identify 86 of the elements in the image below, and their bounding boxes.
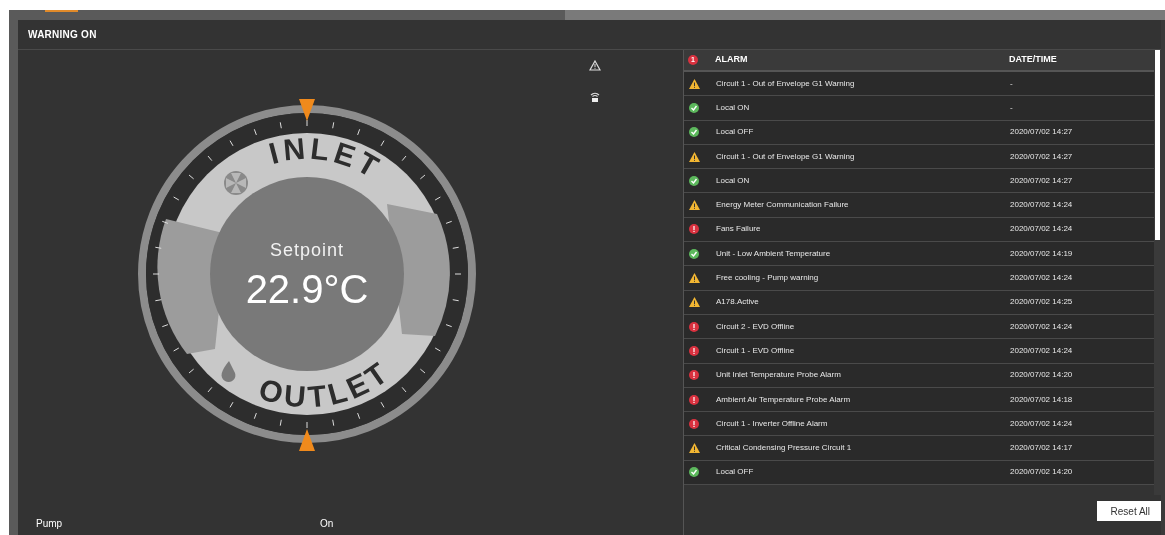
alarm-time: 2020/07/02 14:24 [1010,417,1073,430]
error-circle-icon [689,224,699,235]
alarm-time: 2020/07/02 14:24 [1010,320,1073,333]
reset-all-button[interactable]: Reset All [1096,501,1164,521]
error-circle-icon [689,345,699,356]
error-circle-icon [689,394,699,405]
alarm-row[interactable]: Circuit 1 - Inverter Offline Alarm 2020/07/02 14:24 [684,412,1154,437]
alarm-name: Unit - Low Ambient Temperature [716,247,832,260]
alarm-name: Local OFF [716,126,755,139]
alarm-row[interactable]: Circuit 2 - EVD Offline 2020/07/02 14:24 [684,314,1154,340]
alarm-row[interactable]: Local ON 2020/07/02 14:27 [684,169,1154,194]
bottom-marker-icon [299,429,315,451]
check-circle-icon [689,467,699,478]
check-circle-icon [689,102,699,113]
alarm-name: Critical Condensing Pressure Circuit 1 [716,442,853,455]
warning-icon [688,297,700,308]
alarm-name: Energy Meter Communication Failure [716,199,850,212]
alarm-row[interactable]: Circuit 1 - EVD Offline 2020/07/02 14:24 [684,339,1154,364]
alarm-name: Circuit 1 - EVD Offline [716,344,796,357]
alarm-time: 2020/07/02 14:27 [1010,150,1073,163]
warning-icon [688,78,700,89]
panel-title: WARNING ON [28,28,97,42]
alarm-time: 2020/07/02 14:20 [1010,466,1073,479]
alarm-time: 2020/07/02 14:19 [1010,247,1073,260]
water-drop-icon [221,361,236,382]
warning-icon [589,60,601,71]
warning-icon [688,443,700,454]
alarm-row[interactable]: Unit - Low Ambient Temperature 2020/07/02 14:19 [684,242,1154,267]
check-circle-icon [689,127,699,138]
alarm-row[interactable]: A178.Active 2020/07/02 14:25 [684,290,1154,315]
warning-icon [688,200,700,211]
alarm-time: 2020/07/02 14:24 [1010,199,1073,212]
alarm-row[interactable]: Free cooling - Pump warning 2020/07/02 14:24 [684,266,1154,291]
alarm-name: Local ON [716,174,751,187]
alarm-row[interactable]: Fans Failure 2020/07/02 14:24 [684,217,1154,243]
alarm-row[interactable]: Ambient Air Temperature Probe Alarm 2020/07/02 14:18 [684,387,1154,413]
setpoint-value: 22.9°C [245,267,369,311]
setpoint-label: Setpoint [269,240,345,260]
alarm-name: Unit Inlet Temperature Probe Alarm [716,369,842,382]
alarm-time: 2020/07/02 14:18 [1010,393,1073,406]
alarm-name: Fans Failure [716,223,762,236]
alarm-name: Local OFF [716,466,755,479]
tab-indicator [45,10,78,12]
alarm-name: Circuit 2 - EVD Offline [716,320,796,333]
alarm-time: 2020/07/02 14:24 [1010,344,1073,357]
alarm-time: - [1010,77,1013,90]
error-circle-icon [689,321,699,332]
column-header: ALARM [715,53,749,67]
scrollbar-thumb[interactable] [1155,50,1160,240]
alarm-time: 2020/07/02 14:27 [1010,126,1073,139]
alarm-row[interactable]: Energy Meter Communication Failure 2020/07/02 14:24 [684,193,1154,218]
alarm-name: A178.Active [716,296,760,309]
alarm-name: Free cooling - Pump warning [716,272,820,284]
alarm-time: 2020/07/02 14:27 [1010,174,1073,187]
alarm-row[interactable]: Local OFF 2020/07/02 14:27 [684,120,1154,145]
alarm-row[interactable]: Critical Condensing Pressure Circuit 1 2020/07/02 14:17 [684,436,1154,461]
alarm-row[interactable]: Local ON - [684,96,1154,121]
alarm-time: - [1010,101,1013,114]
alarm-row[interactable]: Local OFF 2020/07/02 14:20 [684,460,1154,486]
alarm-row[interactable]: Unit Inlet Temperature Probe Alarm 2020/07/02 14:20 [684,363,1154,388]
error-circle-icon [689,418,699,429]
alarm-name: Circuit 1 - Out of Envelope G1 Warning [716,77,856,90]
fan-icon [224,171,248,195]
pump-status: On [320,516,334,531]
column-header: DATE/TIME [1009,53,1057,67]
warning-icon [688,151,700,162]
error-circle-icon [689,370,699,381]
alarm-time: 2020/07/02 14:24 [1010,272,1073,284]
wireless-icon [590,91,600,103]
alarm-time: 2020/07/02 14:25 [1010,296,1073,309]
inlet-label: INLET [265,131,388,186]
alarm-time: 2020/07/02 14:17 [1010,442,1073,455]
alarm-row[interactable]: Circuit 1 - Out of Envelope G1 Warning - [684,72,1154,97]
alarm-name: Ambient Air Temperature Probe Alarm [716,393,852,406]
alarm-time: 2020/07/02 14:20 [1010,369,1073,382]
check-circle-icon [689,175,699,186]
top-marker-icon [299,99,315,121]
warning-icon [688,273,700,283]
alarm-time: 2020/07/02 14:24 [1010,223,1073,236]
pump-label: Pump [36,516,64,531]
alarm-row[interactable]: Circuit 1 - Out of Envelope G1 Warning 2020/07/02 14:27 [684,144,1154,170]
outlet-label: OUTLET [255,354,397,414]
alarm-name: Circuit 1 - Inverter Offline Alarm [716,417,829,430]
alarm-name: Local ON [716,101,751,114]
check-circle-icon [689,248,699,259]
alarm-name: Circuit 1 - Out of Envelope G1 Warning [716,150,856,163]
